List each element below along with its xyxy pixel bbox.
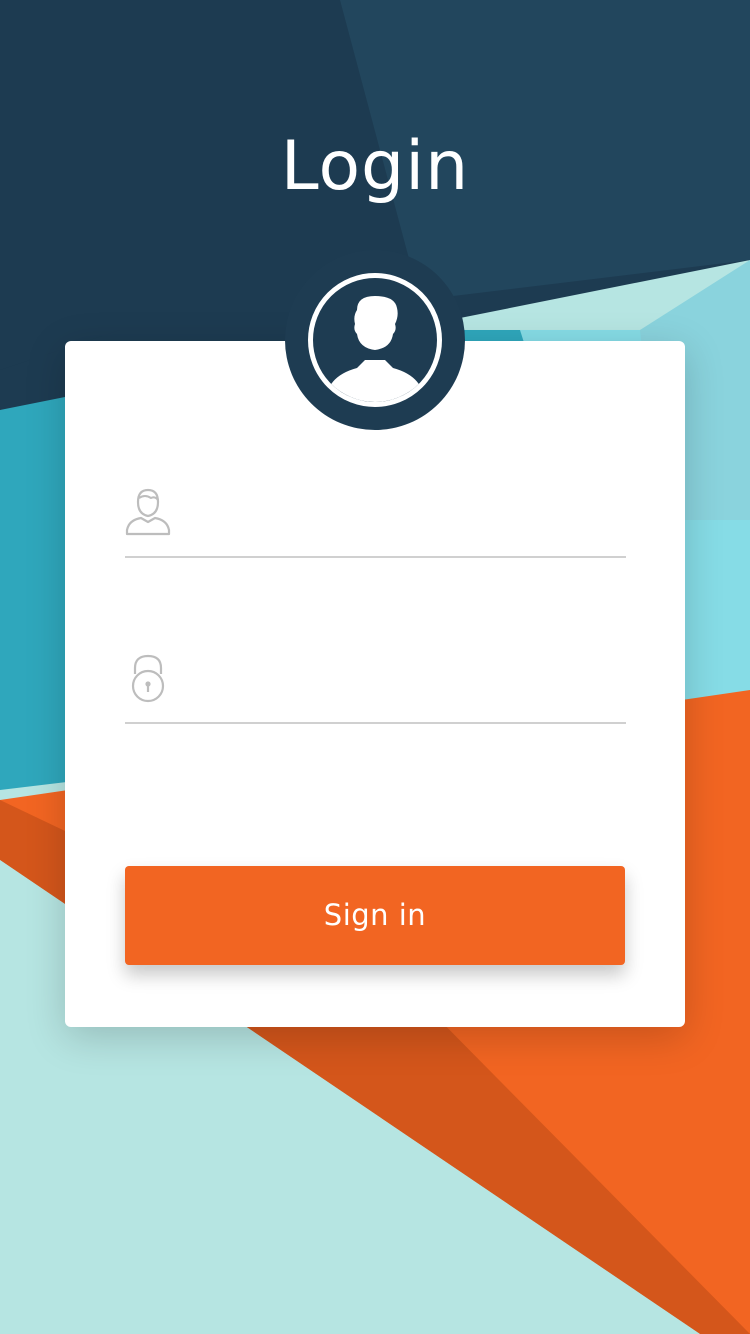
- user-outline-icon: [125, 488, 171, 536]
- avatar: [308, 273, 442, 407]
- username-input[interactable]: [195, 492, 619, 538]
- password-input[interactable]: [195, 658, 619, 704]
- login-screen: Login Sign in: [0, 0, 750, 1334]
- sign-in-button[interactable]: Sign in: [125, 866, 625, 965]
- page-title: Login: [280, 127, 470, 206]
- username-field: [125, 486, 626, 558]
- user-silhouette-icon: [325, 296, 425, 402]
- password-field: [125, 652, 626, 724]
- lock-icon: [131, 654, 165, 703]
